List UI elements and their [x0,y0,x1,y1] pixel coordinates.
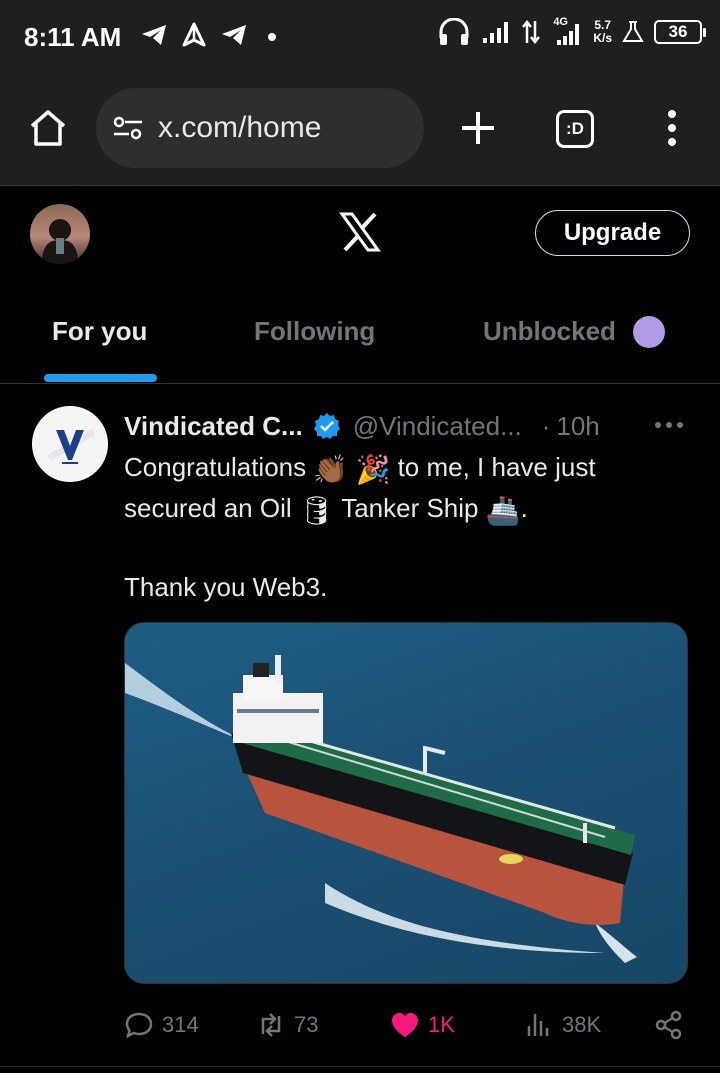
x-logo-icon[interactable] [339,212,381,252]
system-icons: 4G 5.7 K/s 36 [437,16,706,46]
author-handle[interactable]: @Vindicated... [353,411,522,442]
verified-badge-icon [313,413,340,439]
tweet-line-2b: Tanker Ship [341,493,479,523]
more-vert-icon[interactable] [660,106,684,150]
divider [0,1066,720,1067]
party-popper-icon: 🎉 [355,454,391,485]
reply-button[interactable]: 314 [124,1010,199,1040]
oil-drum-icon: 🛢 [298,495,335,526]
tweet-line-1a: Congratulations [124,452,307,482]
oil-tanker-ship-icon [125,655,637,963]
new-tab-icon[interactable] [456,106,500,150]
dot-icon [268,33,276,41]
vindicated-logo-icon [33,407,107,481]
network-speed: 5.7 K/s [593,18,612,45]
notification-icons [140,22,282,48]
ship-icon: 🚢 [485,495,521,526]
tweet-text: Congratulations 👏🏾 🎉 to me, I have just … [124,448,684,606]
lab-flask-icon [622,21,644,42]
heart-icon [392,1013,418,1037]
tweet-line-1b: to me, I have just [397,452,596,482]
header-separator: · [541,410,551,441]
reply-icon [125,1012,153,1039]
status-time: 8:11 AM [24,22,122,52]
tab-unblocked[interactable]: Unblocked [483,316,616,347]
browser-toolbar: x.com/home :D [0,72,720,186]
clapping-hands-icon: 👏🏾 [313,454,349,485]
tweet-time[interactable]: 10h [556,411,599,442]
upgrade-button[interactable]: Upgrade [535,210,690,256]
views-count: 38K [562,1012,602,1037]
views-button[interactable]: 38K [524,1010,601,1040]
data-transfer-icon [522,19,541,45]
share-button[interactable] [654,1010,684,1040]
repost-icon [261,1013,281,1037]
tweet-actions: 314 73 1K 38K [124,1010,690,1044]
repost-count: 73 [294,1012,319,1037]
active-tab-indicator [44,374,157,382]
like-count: 1K [428,1012,455,1037]
author-name[interactable]: Vindicated C... [124,411,303,442]
telegram-icon [142,25,166,45]
unblocked-dot-icon [633,316,665,348]
tweet-line-2a: secured an Oil [124,493,292,523]
tweet-author-avatar[interactable] [32,406,108,482]
status-bar: 8:11 AM 4G 5.7 K/s 36 [0,0,720,72]
url-text[interactable]: x.com/home [158,111,321,145]
views-chart-icon [527,1014,549,1036]
tab-for-you[interactable]: For you [52,316,147,347]
tweet-line-2c: . [520,493,528,523]
address-bar[interactable]: x.com/home [96,88,424,168]
tab-switcher-button[interactable]: :D [556,110,594,148]
tweet-media-image[interactable] [124,622,688,984]
home-icon[interactable] [26,106,70,150]
like-button[interactable]: 1K [390,1010,455,1040]
avatar-silhouette-icon [42,219,78,264]
repost-button[interactable]: 73 [256,1010,318,1040]
signal-bars-icon [483,22,509,43]
x-top-header: Upgrade For you Following Unblocked [0,186,720,384]
share-icon [655,1010,682,1040]
more-horiz-icon[interactable] [654,420,684,430]
tweet-header: Vindicated C... @Vindicated... · 10h [124,410,694,442]
tweet-line-3: Thank you Web3. [124,572,328,602]
reply-count: 314 [162,1012,199,1037]
headphones-icon [439,18,469,45]
battery-indicator: 36 [654,20,706,44]
telegram-icon [222,25,246,45]
tab-following[interactable]: Following [254,316,375,347]
profile-avatar[interactable] [30,204,90,264]
warning-sail-icon [182,22,206,47]
signal-4g-icon: 4G [551,16,583,46]
site-settings-icon[interactable] [112,114,144,142]
tweet-card[interactable]: Vindicated C... @Vindicated... · 10h Con… [0,384,720,1044]
